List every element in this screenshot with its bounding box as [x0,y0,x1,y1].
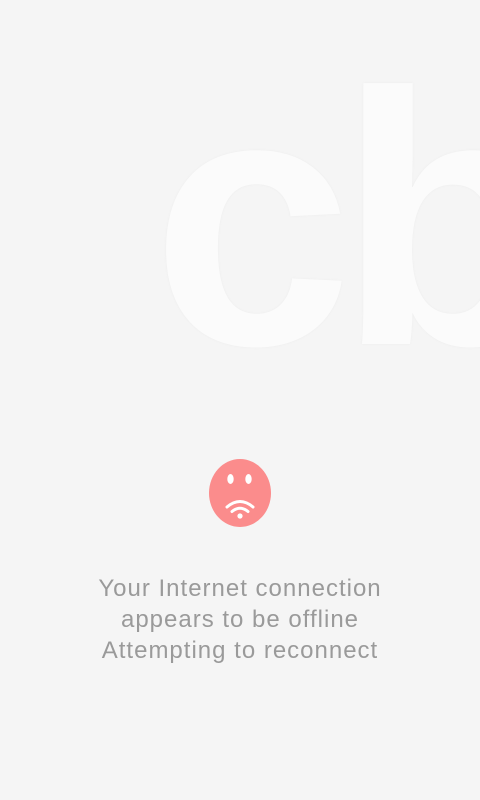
message-line-2: appears to be offline [120,606,360,633]
sad-face-wifi-icon [208,458,272,528]
offline-message: Your Internet connection appears to be o… [0,573,480,666]
offline-screen: cb Your Internet connection appears to b… [0,0,480,800]
offline-status: Your Internet connection appears to be o… [0,458,480,666]
background-logo: cb [152,19,480,421]
message-line-1: Your Internet connection [98,575,382,602]
message-line-3: Attempting to reconnect [101,637,379,664]
